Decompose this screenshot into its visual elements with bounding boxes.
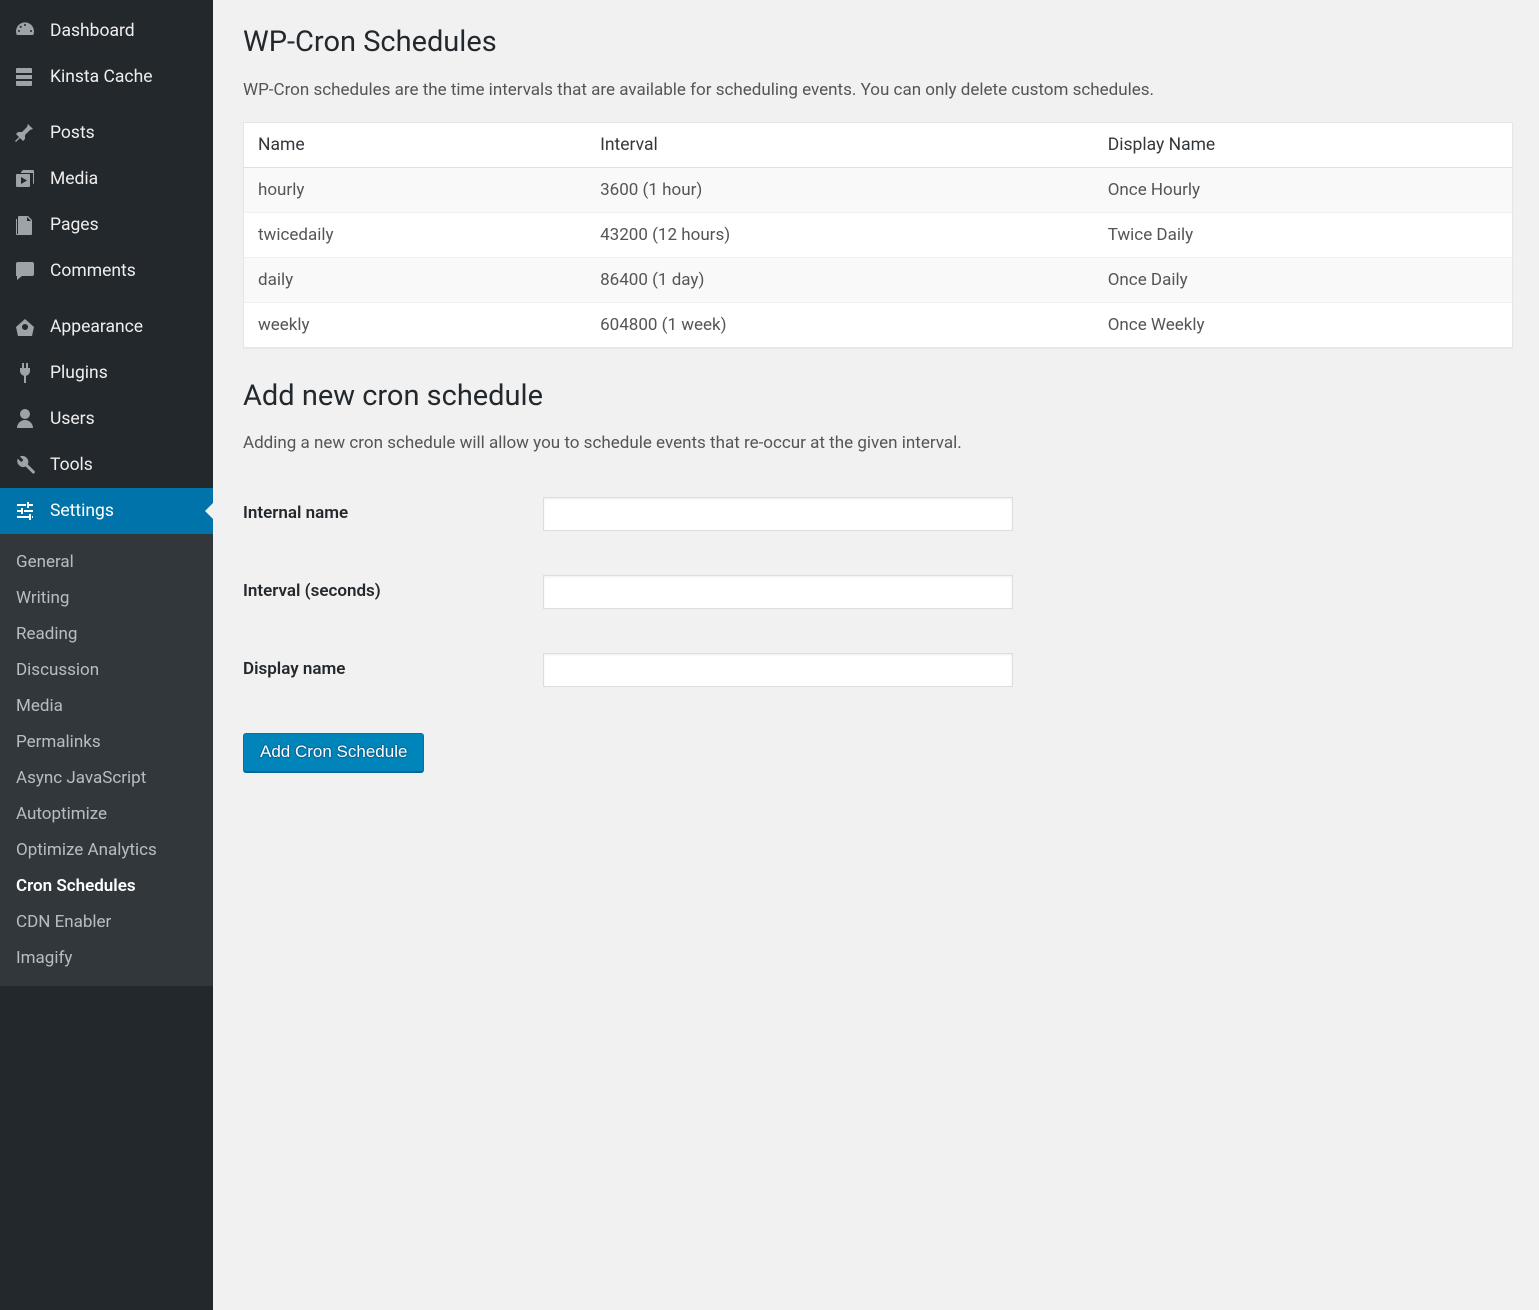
submenu-item-writing[interactable]: Writing xyxy=(0,580,213,616)
col-name: Name xyxy=(244,122,587,167)
internal-name-label: Internal name xyxy=(243,475,543,553)
submenu-item-reading[interactable]: Reading xyxy=(0,616,213,652)
add-schedule-heading: Add new cron schedule xyxy=(243,378,1513,416)
sidebar-item-posts[interactable]: Posts xyxy=(0,110,213,156)
sidebar-item-label: Tools xyxy=(50,454,93,477)
sidebar-item-label: Comments xyxy=(50,260,136,283)
add-schedule-intro: Adding a new cron schedule will allow yo… xyxy=(243,433,1513,453)
internal-name-input[interactable] xyxy=(543,497,1013,531)
settings-icon xyxy=(12,498,38,524)
table-row: daily86400 (1 day)Once Daily xyxy=(244,257,1513,302)
add-schedule-button[interactable]: Add Cron Schedule xyxy=(243,733,424,772)
table-cell: 3600 (1 hour) xyxy=(586,167,1094,212)
schedules-intro: WP-Cron schedules are the time intervals… xyxy=(243,80,1513,100)
appearance-icon xyxy=(12,314,38,340)
sidebar-item-label: Kinsta Cache xyxy=(50,66,153,89)
sidebar-item-comments[interactable]: Comments xyxy=(0,248,213,294)
sidebar-item-users[interactable]: Users xyxy=(0,396,213,442)
submenu-item-async-javascript[interactable]: Async JavaScript xyxy=(0,760,213,796)
main-content: WP-Cron Schedules WP-Cron schedules are … xyxy=(213,0,1539,1310)
submenu-item-permalinks[interactable]: Permalinks xyxy=(0,724,213,760)
settings-submenu: GeneralWritingReadingDiscussionMediaPerm… xyxy=(0,534,213,986)
table-cell: 43200 (12 hours) xyxy=(586,212,1094,257)
sidebar-item-pages[interactable]: Pages xyxy=(0,202,213,248)
interval-input[interactable] xyxy=(543,575,1013,609)
submenu-item-cron-schedules[interactable]: Cron Schedules xyxy=(0,868,213,904)
sidebar-item-tools[interactable]: Tools xyxy=(0,442,213,488)
media-icon xyxy=(12,166,38,192)
submenu-item-media[interactable]: Media xyxy=(0,688,213,724)
table-cell: Once Hourly xyxy=(1094,167,1513,212)
submenu-item-optimize-analytics[interactable]: Optimize Analytics xyxy=(0,832,213,868)
table-row: twicedaily43200 (12 hours)Twice Daily xyxy=(244,212,1513,257)
table-cell: 86400 (1 day) xyxy=(586,257,1094,302)
submenu-item-autoptimize[interactable]: Autoptimize xyxy=(0,796,213,832)
col-display: Display Name xyxy=(1094,122,1513,167)
submenu-item-general[interactable]: General xyxy=(0,544,213,580)
tools-icon xyxy=(12,452,38,478)
display-name-input[interactable] xyxy=(543,653,1013,687)
table-cell: Once Weekly xyxy=(1094,302,1513,347)
cache-icon xyxy=(12,64,38,90)
display-name-label: Display name xyxy=(243,631,543,709)
table-row: hourly3600 (1 hour)Once Hourly xyxy=(244,167,1513,212)
submenu-item-cdn-enabler[interactable]: CDN Enabler xyxy=(0,904,213,940)
plugins-icon xyxy=(12,360,38,386)
interval-label: Interval (seconds) xyxy=(243,553,543,631)
sidebar-item-label: Posts xyxy=(50,122,95,145)
admin-sidebar: Dashboard Kinsta Cache Posts Media Pages Comm… xyxy=(0,0,213,1310)
dashboard-icon xyxy=(12,18,38,44)
table-cell: hourly xyxy=(244,167,587,212)
page-title: WP-Cron Schedules xyxy=(243,24,1513,62)
sidebar-item-plugins[interactable]: Plugins xyxy=(0,350,213,396)
add-schedule-form: Internal name Interval (seconds) Display… xyxy=(243,475,1513,709)
sidebar-item-media[interactable]: Media xyxy=(0,156,213,202)
sidebar-item-appearance[interactable]: Appearance xyxy=(0,304,213,350)
table-cell: twicedaily xyxy=(244,212,587,257)
table-row: weekly604800 (1 week)Once Weekly xyxy=(244,302,1513,347)
sidebar-item-label: Media xyxy=(50,168,98,191)
table-cell: 604800 (1 week) xyxy=(586,302,1094,347)
table-cell: Once Daily xyxy=(1094,257,1513,302)
comments-icon xyxy=(12,258,38,284)
table-cell: Twice Daily xyxy=(1094,212,1513,257)
sidebar-item-kinsta-cache[interactable]: Kinsta Cache xyxy=(0,54,213,100)
admin-menu: Dashboard Kinsta Cache Posts Media Pages Comm… xyxy=(0,0,213,986)
sidebar-item-label: Dashboard xyxy=(50,20,135,43)
schedules-table: Name Interval Display Name hourly3600 (1… xyxy=(243,122,1513,348)
sidebar-item-label: Plugins xyxy=(50,362,108,385)
sidebar-item-label: Pages xyxy=(50,214,99,237)
sidebar-item-label: Settings xyxy=(50,500,114,523)
col-interval: Interval xyxy=(586,122,1094,167)
submenu-item-discussion[interactable]: Discussion xyxy=(0,652,213,688)
sidebar-item-label: Users xyxy=(50,408,95,431)
pages-icon xyxy=(12,212,38,238)
table-cell: weekly xyxy=(244,302,587,347)
pin-icon xyxy=(12,120,38,146)
sidebar-item-settings[interactable]: Settings xyxy=(0,488,213,534)
users-icon xyxy=(12,406,38,432)
table-cell: daily xyxy=(244,257,587,302)
sidebar-item-dashboard[interactable]: Dashboard xyxy=(0,8,213,54)
submenu-item-imagify[interactable]: Imagify xyxy=(0,940,213,976)
sidebar-item-label: Appearance xyxy=(50,316,143,339)
